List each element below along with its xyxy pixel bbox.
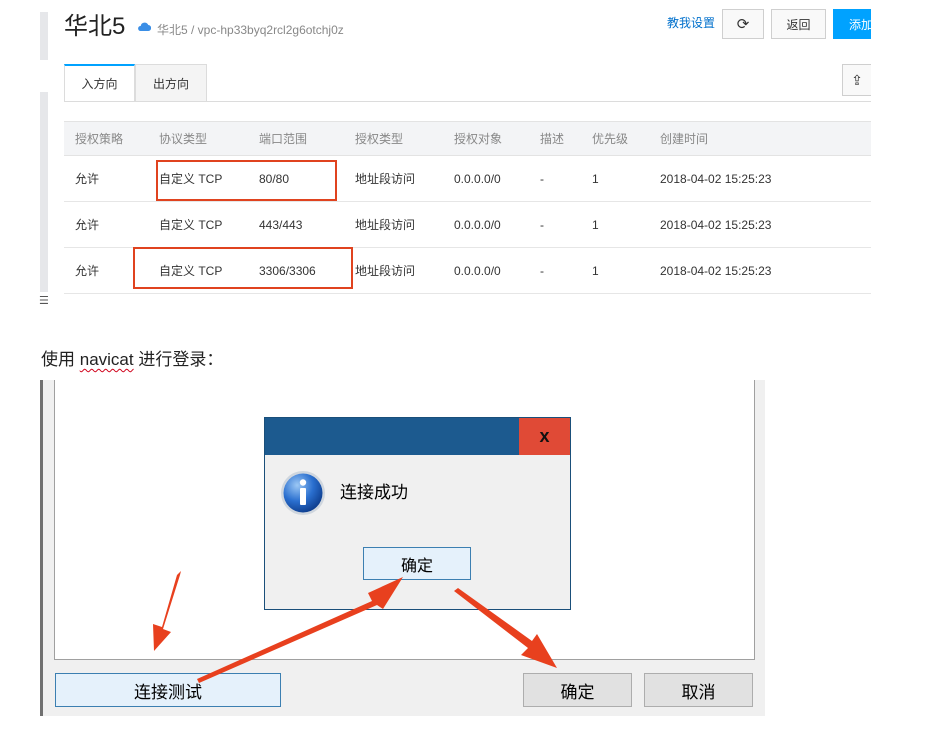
info-icon xyxy=(281,471,325,515)
back-button[interactable]: 返回 xyxy=(771,9,826,39)
export-button[interactable]: ⇪ xyxy=(842,64,871,96)
caption-text: 使用 navicat 进行登录： xyxy=(41,349,223,371)
created-time-cell: 2018-04-02 15:25:23 xyxy=(660,264,772,278)
priority-cell: 1 xyxy=(592,264,599,278)
highlight-box xyxy=(156,160,337,201)
tab-outbound[interactable]: 出方向 xyxy=(135,64,207,102)
auth-object-cell: 0.0.0.0/0 xyxy=(454,264,501,278)
column-header: 授权对象 xyxy=(454,132,503,146)
test-connection-button[interactable]: 连接测试 xyxy=(55,673,281,707)
page-title: 华北5 xyxy=(64,13,126,40)
auth-type-cell: 地址段访问 xyxy=(355,172,416,186)
policy-cell: 允许 xyxy=(75,172,100,186)
description-cell: - xyxy=(540,264,544,278)
column-header: 端口范围 xyxy=(259,132,308,146)
port-cell: 443/443 xyxy=(259,218,303,232)
auth-type-cell: 地址段访问 xyxy=(355,218,416,232)
refresh-icon: ⟳ xyxy=(736,16,750,33)
table-header: 授权策略 协议类型 端口范围 授权类型 授权对象 描述 优先级 创建时间 xyxy=(64,121,871,156)
tabs-divider xyxy=(64,101,871,102)
add-button[interactable]: 添加 xyxy=(833,9,871,39)
column-header: 协议类型 xyxy=(159,132,208,146)
created-time-cell: 2018-04-02 15:25:23 xyxy=(660,218,772,232)
column-header: 授权类型 xyxy=(355,132,404,146)
breadcrumb: 华北5 / vpc-hp33byq2rcl2g6otchj0z xyxy=(157,23,344,37)
tab-inbound[interactable]: 入方向 xyxy=(64,64,135,102)
priority-cell: 1 xyxy=(592,218,599,232)
column-header: 创建时间 xyxy=(660,132,709,146)
policy-cell: 允许 xyxy=(75,264,100,278)
left-sidebar-strip xyxy=(40,92,48,292)
dialog-message: 连接成功 xyxy=(340,483,408,502)
cancel-button[interactable]: 取消 xyxy=(644,673,753,707)
caption-suffix: 进行登录： xyxy=(133,350,224,369)
protocol-cell: 自定义 TCP xyxy=(159,218,223,232)
column-header: 描述 xyxy=(540,132,565,146)
created-time-cell: 2018-04-02 15:25:23 xyxy=(660,172,772,186)
close-icon: x xyxy=(539,426,550,446)
caption-navicat-word: navicat xyxy=(79,350,134,369)
close-button[interactable]: x xyxy=(519,418,570,455)
menu-icon[interactable]: ☰ xyxy=(39,294,49,307)
help-link[interactable]: 教我设置 xyxy=(667,16,715,30)
description-cell: - xyxy=(540,218,544,232)
description-cell: - xyxy=(540,172,544,186)
highlight-box xyxy=(133,247,353,289)
upload-icon: ⇪ xyxy=(851,71,863,88)
refresh-button[interactable]: ⟳ xyxy=(722,9,764,39)
dialog-ok-button[interactable]: 确定 xyxy=(363,547,471,580)
auth-object-cell: 0.0.0.0/0 xyxy=(454,172,501,186)
auth-object-cell: 0.0.0.0/0 xyxy=(454,218,501,232)
cloud-icon xyxy=(138,22,151,32)
column-header: 优先级 xyxy=(592,132,629,146)
caption-prefix: 使用 xyxy=(41,350,80,369)
left-sidebar-strip xyxy=(40,12,48,60)
ok-button[interactable]: 确定 xyxy=(523,673,632,707)
window-border xyxy=(40,380,43,716)
column-header: 授权策略 xyxy=(75,132,124,146)
priority-cell: 1 xyxy=(592,172,599,186)
table-row[interactable]: 允许 自定义 TCP 443/443 地址段访问 0.0.0.0/0 - 1 2… xyxy=(64,202,871,248)
auth-type-cell: 地址段访问 xyxy=(355,264,416,278)
policy-cell: 允许 xyxy=(75,218,100,232)
